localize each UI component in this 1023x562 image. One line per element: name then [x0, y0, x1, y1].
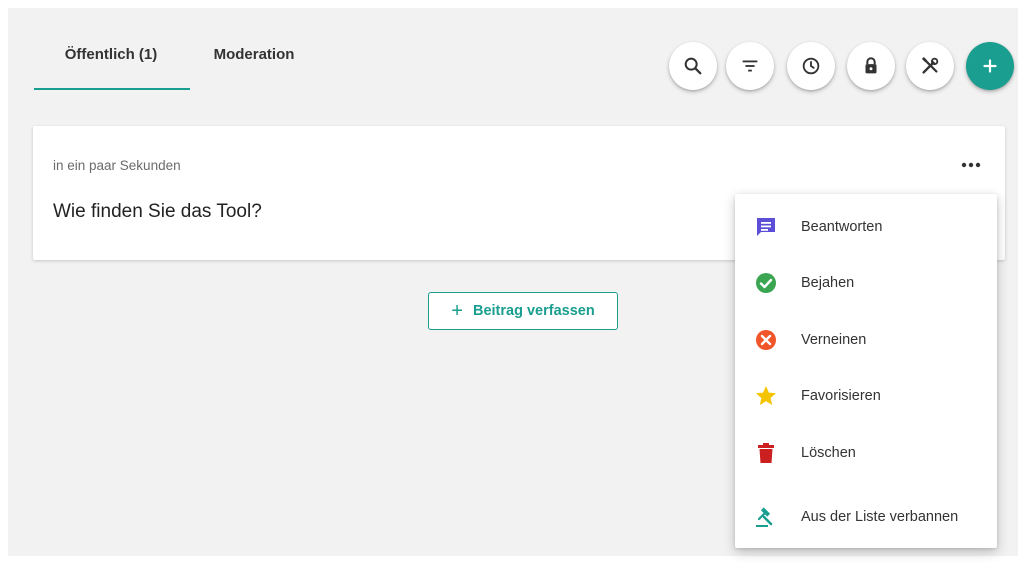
menu-item-bejahen[interactable]: Bejahen: [735, 258, 997, 308]
history-button[interactable]: [787, 42, 835, 90]
active-tab-indicator: [34, 88, 190, 90]
more-dots-icon: [961, 162, 981, 168]
filter-icon: [742, 60, 758, 72]
post-time: in ein paar Sekunden: [53, 158, 181, 173]
gavel-icon: [753, 504, 779, 530]
settings-button[interactable]: [906, 42, 954, 90]
add-button[interactable]: [966, 42, 1014, 90]
menu-item-verneinen[interactable]: Verneinen: [735, 315, 997, 365]
comment-icon: [753, 214, 779, 240]
cancel-circle-icon: [753, 327, 779, 353]
post-context-menu: Beantworten Bejahen Verneinen Favorisier…: [735, 194, 997, 548]
trash-icon: [753, 440, 779, 466]
plus-icon: +: [451, 300, 463, 322]
tab-moderation[interactable]: Moderation: [194, 46, 314, 96]
menu-item-label: Verneinen: [801, 332, 867, 348]
search-icon: [684, 57, 702, 75]
plus-icon: [983, 59, 997, 73]
clock-icon: [802, 57, 820, 75]
lock-icon: [865, 57, 877, 74]
compose-label: Beitrag verfassen: [472, 303, 595, 319]
post-more-button[interactable]: [958, 154, 984, 176]
tab-label: Moderation: [213, 46, 295, 63]
star-icon: [753, 383, 779, 409]
menu-item-loeschen[interactable]: Löschen: [735, 428, 997, 478]
app-container: Öffentlich (1) Moderation in ein paar Se…: [8, 8, 1018, 556]
post-question: Wie finden Sie das Tool?: [53, 201, 262, 222]
menu-item-beantworten[interactable]: Beantworten: [735, 202, 997, 252]
compose-post-button[interactable]: + Beitrag verfassen: [428, 292, 618, 330]
menu-item-label: Bejahen: [801, 275, 855, 291]
menu-item-verbannen[interactable]: Aus der Liste verbannen: [735, 492, 997, 542]
lock-button[interactable]: [847, 42, 895, 90]
tab-label: Öffentlich (1): [64, 46, 158, 63]
check-circle-icon: [753, 270, 779, 296]
search-button[interactable]: [669, 42, 717, 90]
menu-item-label: Beantworten: [801, 219, 883, 235]
menu-item-label: Favorisieren: [801, 388, 881, 404]
filter-button[interactable]: [726, 42, 774, 90]
tools-icon: [921, 56, 939, 74]
menu-item-favorisieren[interactable]: Favorisieren: [735, 371, 997, 421]
menu-item-label: Aus der Liste verbannen: [801, 509, 959, 525]
menu-item-label: Löschen: [801, 445, 856, 461]
